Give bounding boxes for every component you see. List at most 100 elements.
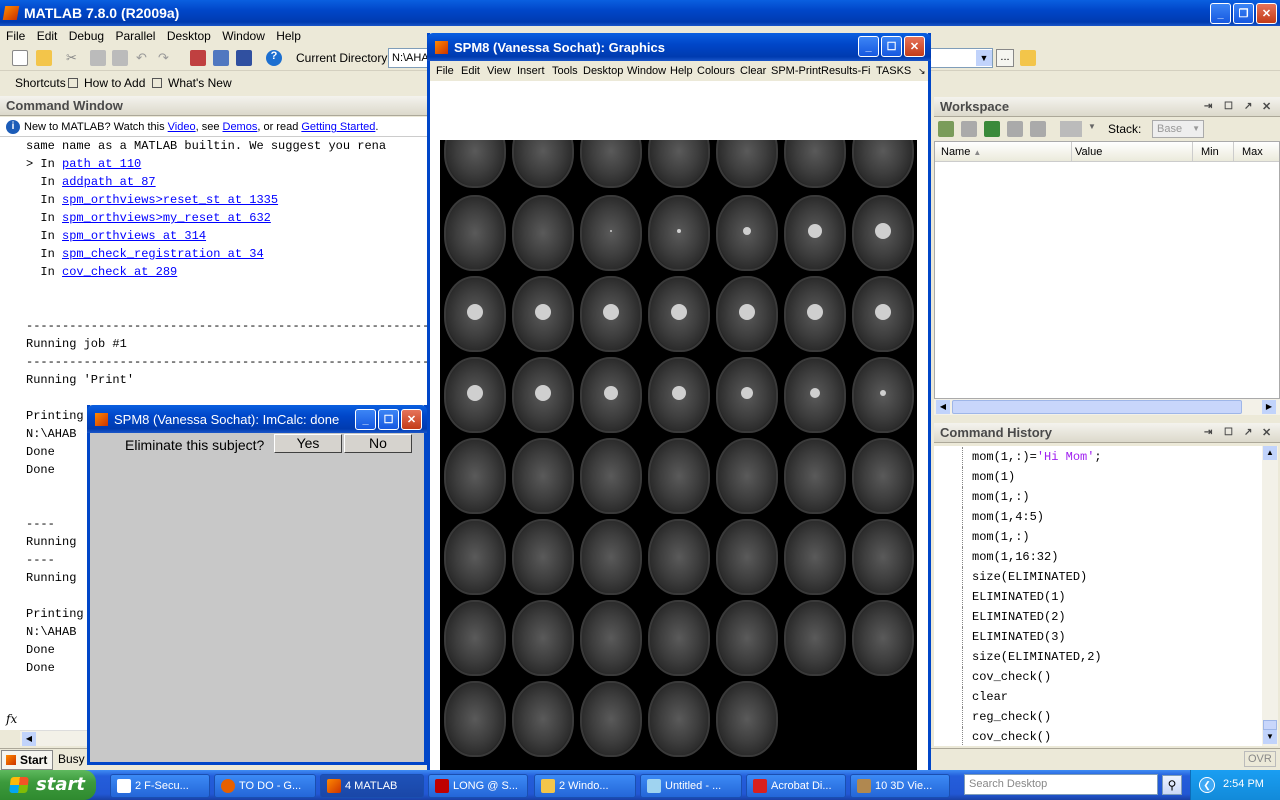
history-item[interactable]: clear (934, 687, 1262, 707)
new-file-icon[interactable] (12, 50, 28, 66)
demos-link[interactable]: Demos (223, 121, 258, 133)
history-item[interactable]: ELIMINATED(2) (934, 607, 1262, 627)
gmenu-tools[interactable]: Tools (552, 61, 578, 81)
history-maximize-icon[interactable]: ☐ (1224, 423, 1233, 443)
gmenu-colours[interactable]: Colours (697, 61, 735, 81)
guide-icon[interactable] (213, 50, 229, 66)
task-filezilla[interactable]: LONG @ S... (428, 774, 528, 798)
matlab-start-button[interactable]: Start (1, 750, 53, 770)
ws-scroll-thumb[interactable] (952, 400, 1242, 414)
parent-folder-icon[interactable] (1020, 50, 1036, 66)
imcalc-close-button[interactable]: ✕ (401, 409, 422, 430)
history-pin-icon[interactable]: ↗ (1244, 423, 1252, 443)
graphics-maximize-button[interactable]: ☐ (881, 36, 902, 57)
menu-parallel[interactable]: Parallel (115, 26, 155, 46)
scroll-left-icon[interactable]: ◀ (22, 732, 36, 746)
help-icon[interactable]: ? (266, 50, 282, 66)
matlab-restore-button[interactable]: ❐ (1233, 3, 1254, 24)
matlab-close-button[interactable]: ✕ (1256, 3, 1277, 24)
workspace-hscrollbar[interactable]: ◀ ▶ (934, 399, 1280, 415)
gmenu-insert[interactable]: Insert (517, 61, 545, 81)
workspace-pin-icon[interactable]: ↗ (1244, 97, 1252, 117)
how-to-add-link[interactable]: How to Add (84, 72, 145, 94)
error-trace-link[interactable]: cov_check at 289 (62, 265, 177, 279)
menu-file[interactable]: File (6, 26, 25, 46)
plot-dropdown-icon[interactable]: ▼ (1088, 122, 1096, 131)
menu-window[interactable]: Window (222, 26, 265, 46)
delete-variable-icon[interactable] (1030, 121, 1046, 137)
graphics-close-button[interactable]: ✕ (904, 36, 925, 57)
imcalc-maximize-button[interactable]: ☐ (378, 409, 399, 430)
history-item[interactable]: reg_check() (934, 707, 1262, 727)
tray-expand-icon[interactable]: ❮ (1199, 777, 1215, 793)
task-acrobat[interactable]: Acrobat Di... (746, 774, 846, 798)
directory-dropdown-icon[interactable]: ▼ (976, 50, 992, 66)
imcalc-minimize-button[interactable]: _ (355, 409, 376, 430)
history-item[interactable]: mom(1,16:32) (934, 547, 1262, 567)
gmenu-results-fig[interactable]: Results-Fig (821, 61, 871, 81)
hist-scroll-thumb[interactable] (1263, 720, 1277, 730)
ws-scroll-right-icon[interactable]: ▶ (1262, 400, 1276, 414)
history-item[interactable]: mom(1,:) (934, 527, 1262, 547)
gmenu-desktop[interactable]: Desktop (583, 61, 623, 81)
graphics-minimize-button[interactable]: _ (858, 36, 879, 57)
yes-button[interactable]: Yes (274, 434, 342, 453)
undo-icon[interactable]: ↶ (136, 50, 152, 66)
fx-icon[interactable]: fx (6, 712, 17, 726)
menu-help[interactable]: Help (276, 26, 301, 46)
hist-scroll-up-icon[interactable]: ▲ (1263, 446, 1277, 460)
gmenu-more-icon[interactable]: ↘ (918, 61, 926, 81)
error-trace-link[interactable]: spm_check_registration at 34 (62, 247, 264, 261)
video-link[interactable]: Video (168, 121, 196, 133)
gmenu-tasks[interactable]: TASKS (876, 61, 911, 81)
copy-icon[interactable] (90, 50, 106, 66)
redo-icon[interactable]: ↷ (158, 50, 174, 66)
search-desktop-input[interactable]: Search Desktop (964, 774, 1158, 795)
task-untitled[interactable]: Untitled - ... (640, 774, 742, 798)
history-item[interactable]: ELIMINATED(3) (934, 627, 1262, 647)
error-trace-link[interactable]: spm_orthviews>my_reset at 632 (62, 211, 271, 225)
new-variable-icon[interactable] (938, 121, 954, 137)
simulink-icon[interactable] (190, 50, 206, 66)
stack-select[interactable]: Base ▼ (1152, 120, 1204, 138)
menu-desktop[interactable]: Desktop (167, 26, 211, 46)
error-trace-link[interactable]: path at 110 (62, 157, 141, 171)
getting-started-link[interactable]: Getting Started (301, 121, 375, 133)
error-trace-link[interactable]: addpath at 87 (62, 175, 156, 189)
save-workspace-icon[interactable] (1007, 121, 1023, 137)
history-item[interactable]: mom(1) (934, 467, 1262, 487)
history-item[interactable]: ELIMINATED(1) (934, 587, 1262, 607)
task-todo[interactable]: TO DO - G... (214, 774, 316, 798)
hist-scroll-down-icon[interactable]: ▼ (1263, 730, 1277, 744)
history-item[interactable]: cov_check() (934, 667, 1262, 687)
history-item[interactable]: mom(1,4:5) (934, 507, 1262, 527)
shortcuts-label[interactable]: Shortcuts (15, 72, 66, 94)
search-icon[interactable]: ⚲ (1162, 775, 1182, 795)
paste-icon[interactable] (112, 50, 128, 66)
gmenu-window[interactable]: Window (627, 61, 666, 81)
plot-selector-icon[interactable] (1060, 121, 1082, 137)
task-matlab[interactable]: 4 MATLAB (320, 774, 424, 798)
history-undock-icon[interactable]: ⇥ (1204, 423, 1212, 443)
col-name[interactable]: Name ▲ (941, 142, 981, 163)
gmenu-edit[interactable]: Edit (461, 61, 480, 81)
import-data-icon[interactable] (984, 121, 1000, 137)
workspace-close-icon[interactable]: ✕ (1262, 97, 1271, 117)
col-max[interactable]: Max (1233, 142, 1263, 162)
task-windows[interactable]: 2 Windo... (534, 774, 636, 798)
error-trace-link[interactable]: spm_orthviews>reset_st at 1335 (62, 193, 278, 207)
open-folder-icon[interactable] (36, 50, 52, 66)
history-close-icon[interactable]: ✕ (1262, 423, 1271, 443)
error-trace-link[interactable]: spm_orthviews at 314 (62, 229, 206, 243)
gmenu-file[interactable]: File (436, 61, 454, 81)
menu-debug[interactable]: Debug (69, 26, 104, 46)
workspace-maximize-icon[interactable]: ☐ (1224, 97, 1233, 117)
gmenu-spm-print[interactable]: SPM-Print (771, 61, 821, 81)
matlab-minimize-button[interactable]: _ (1210, 3, 1231, 24)
whats-new-link[interactable]: What's New (168, 72, 232, 94)
history-item[interactable]: size(ELIMINATED) (934, 567, 1262, 587)
open-variable-icon[interactable] (961, 121, 977, 137)
history-item[interactable]: mom(1,:)='Hi Mom'; (934, 447, 1262, 467)
gmenu-help[interactable]: Help (670, 61, 693, 81)
no-button[interactable]: No (344, 434, 412, 453)
